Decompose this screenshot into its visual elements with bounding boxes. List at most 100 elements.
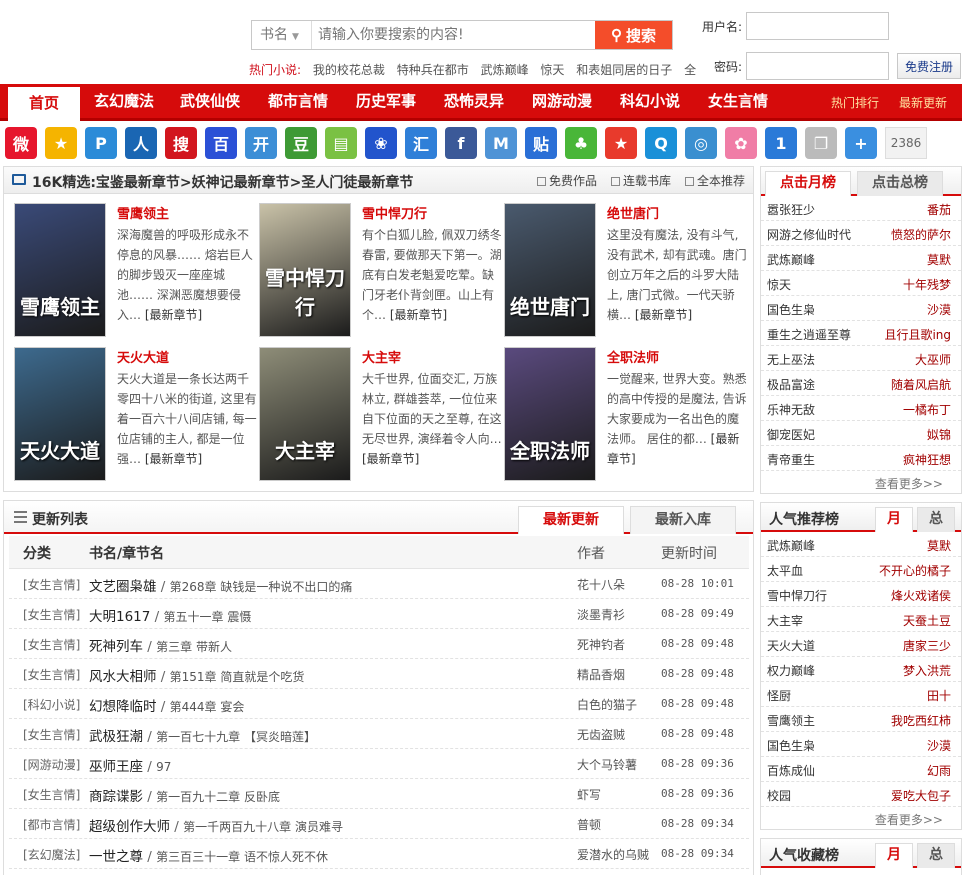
row-category[interactable]: [女生言情] (23, 786, 80, 803)
rank-author-link[interactable]: 烽火戏诸侯 (891, 587, 951, 604)
nav-nvsheng[interactable]: 女生言情 (700, 84, 776, 118)
serial-library-link[interactable]: 连载书库 (610, 172, 671, 189)
rank-book-link[interactable]: 雪鹰领主 (767, 712, 815, 729)
rank-author-link[interactable]: 天蚕土豆 (903, 612, 951, 629)
book-link[interactable]: 大明1617 (89, 609, 150, 625)
rank-author-link[interactable]: 莫默 (927, 537, 951, 554)
baidu-icon[interactable]: 百 (205, 127, 237, 159)
row-author[interactable]: 大个马铃薯 (577, 756, 637, 773)
tieba-icon[interactable]: 贴 (525, 127, 557, 159)
rank-author-link[interactable]: 大巫师 (915, 351, 951, 368)
huiren-icon[interactable]: 汇 (405, 127, 437, 159)
row-category[interactable]: [女生言情] (23, 666, 80, 683)
rank-author-link[interactable]: 不开心的橘子 (879, 562, 951, 579)
qq-icon[interactable]: Q (645, 127, 677, 159)
rank-book-link[interactable]: 惊天 (767, 276, 791, 293)
hot-link[interactable]: 特种兵在都市 (397, 63, 469, 77)
chapter-link[interactable]: 第151章 简直就是个吃货 (170, 670, 305, 684)
rank-book-link[interactable]: 国色生枭 (767, 737, 815, 754)
chapter-link[interactable]: 97 (156, 760, 171, 774)
pengyou-icon[interactable]: P (85, 127, 117, 159)
rank-author-link[interactable]: 我吃西红柿 (891, 712, 951, 729)
row-category[interactable]: [都市言情] (23, 816, 80, 833)
tab-collect-month[interactable]: 月 (875, 843, 913, 868)
facebook-icon[interactable]: f (445, 127, 477, 159)
rank-author-link[interactable]: 爱吃大包子 (891, 787, 951, 804)
rank-author-link[interactable]: 一橘布丁 (903, 401, 951, 418)
row-author[interactable]: 普顿 (577, 816, 601, 833)
rank-author-link[interactable]: 唐家三少 (903, 637, 951, 654)
nav-wuxia[interactable]: 武侠仙侠 (172, 84, 248, 118)
row-category[interactable]: [网游动漫] (23, 756, 80, 773)
book-link[interactable]: 武极狂潮 (89, 729, 143, 745)
row-author[interactable]: 无齿盗贼 (577, 726, 625, 743)
more-link[interactable]: 查看更多>> (761, 471, 961, 493)
book-cover[interactable]: 雪鹰领主 (14, 203, 106, 337)
rank-author-link[interactable]: 姒锦 (927, 426, 951, 443)
circle-icon[interactable]: ◎ (685, 127, 717, 159)
row-category[interactable]: [女生言情] (23, 576, 80, 593)
book-link[interactable]: 死神列车 (89, 639, 143, 655)
latest-chapter-link[interactable]: [最新章节] (145, 452, 202, 466)
book-cover[interactable]: 大主宰 (259, 347, 351, 481)
complete-recommend-link[interactable]: 全本推荐 (684, 172, 745, 189)
rank-book-link[interactable]: 无上巫法 (767, 351, 815, 368)
book-link[interactable]: 巫师王座 (89, 759, 143, 775)
douban-icon[interactable]: 豆 (285, 127, 317, 159)
star-icon[interactable]: ★ (605, 127, 637, 159)
rank-author-link[interactable]: 十年残梦 (903, 276, 951, 293)
rank-book-link[interactable]: 校园 (767, 787, 791, 804)
rank-author-link[interactable]: 疯神狂想 (903, 451, 951, 468)
book-title-link[interactable]: 全职法师 (607, 347, 659, 366)
clover-icon[interactable]: ♣ (565, 127, 597, 159)
tab-latest-added[interactable]: 最新入库 (630, 506, 736, 534)
chapter-link[interactable]: 第268章 缺钱是一种说不出口的痛 (170, 580, 353, 594)
rank-book-link[interactable]: 重生之逍遥至尊 (767, 326, 851, 343)
chapter-link[interactable]: 第一百七十九章 【冥炎暗莲】 (156, 730, 316, 744)
row-category[interactable]: [科幻小说] (23, 696, 80, 713)
latest-chapter-link[interactable]: [最新章节] (390, 308, 447, 322)
chapter-link[interactable]: 第三百三十一章 语不惊人死不休 (156, 850, 328, 864)
book-link[interactable]: 幻想降临时 (89, 699, 157, 715)
row-category[interactable]: [女生言情] (23, 636, 80, 653)
rank-book-link[interactable]: 嚣张狂少 (767, 201, 815, 218)
rank-book-link[interactable]: 雪中悍刀行 (767, 587, 827, 604)
rank-author-link[interactable]: 幻雨 (927, 762, 951, 779)
plus-icon[interactable]: + (845, 127, 877, 159)
row-author[interactable]: 死神钓者 (577, 636, 625, 653)
featured-title[interactable]: 16K精选:宝鉴最新章节>妖神记最新章节>圣人门徒最新章节 (32, 172, 413, 192)
weibo-icon[interactable]: 微 (5, 127, 37, 159)
msn-icon[interactable]: M (485, 127, 517, 159)
nav-lishi[interactable]: 历史军事 (348, 84, 424, 118)
book-link[interactable]: 一世之尊 (89, 849, 143, 865)
row-author[interactable]: 爱潜水的乌贼 (577, 846, 649, 863)
rank-author-link[interactable]: 愤怒的萨尔 (891, 226, 951, 243)
chapter-link[interactable]: 第三章 带新人 (156, 640, 232, 654)
more-link[interactable]: 查看更多>> (761, 807, 961, 829)
qzone-icon[interactable]: ★ (45, 127, 77, 159)
rank-author-link[interactable]: 随着风启航 (891, 376, 951, 393)
chapter-link[interactable]: 第一千两百九十八章 演员难寻 (183, 820, 343, 834)
row-author[interactable]: 白色的猫子 (577, 696, 637, 713)
chapter-link[interactable]: 第一百九十二章 反卧底 (156, 790, 280, 804)
nav-home[interactable]: 首页 (8, 87, 80, 121)
rank-author-link[interactable]: 莫默 (927, 251, 951, 268)
nav-kehuan[interactable]: 科幻小说 (612, 84, 688, 118)
baidu-paw-icon[interactable]: ❀ (365, 127, 397, 159)
copy-icon[interactable]: ❐ (805, 127, 837, 159)
hot-link[interactable]: 武炼巅峰 (481, 63, 529, 77)
rank-author-link[interactable]: 田十 (927, 687, 951, 704)
rank-book-link[interactable]: 国色生枭 (767, 301, 815, 318)
search-button[interactable]: ⚲ 搜索 (595, 21, 672, 49)
tab-popular-month[interactable]: 月 (875, 507, 913, 532)
book-link[interactable]: 风水大相师 (89, 669, 157, 685)
password-field[interactable] (746, 52, 889, 80)
hot-link[interactable]: 惊天 (540, 63, 564, 77)
rank-book-link[interactable]: 大主宰 (767, 612, 803, 629)
book-title-link[interactable]: 绝世唐门 (607, 203, 659, 222)
rank-author-link[interactable]: 梦入洪荒 (903, 662, 951, 679)
rank-book-link[interactable]: 青帝重生 (767, 451, 815, 468)
rank-book-link[interactable]: 权力巅峰 (767, 662, 815, 679)
renren-icon[interactable]: 人 (125, 127, 157, 159)
row-category[interactable]: [玄幻魔法] (23, 846, 80, 863)
